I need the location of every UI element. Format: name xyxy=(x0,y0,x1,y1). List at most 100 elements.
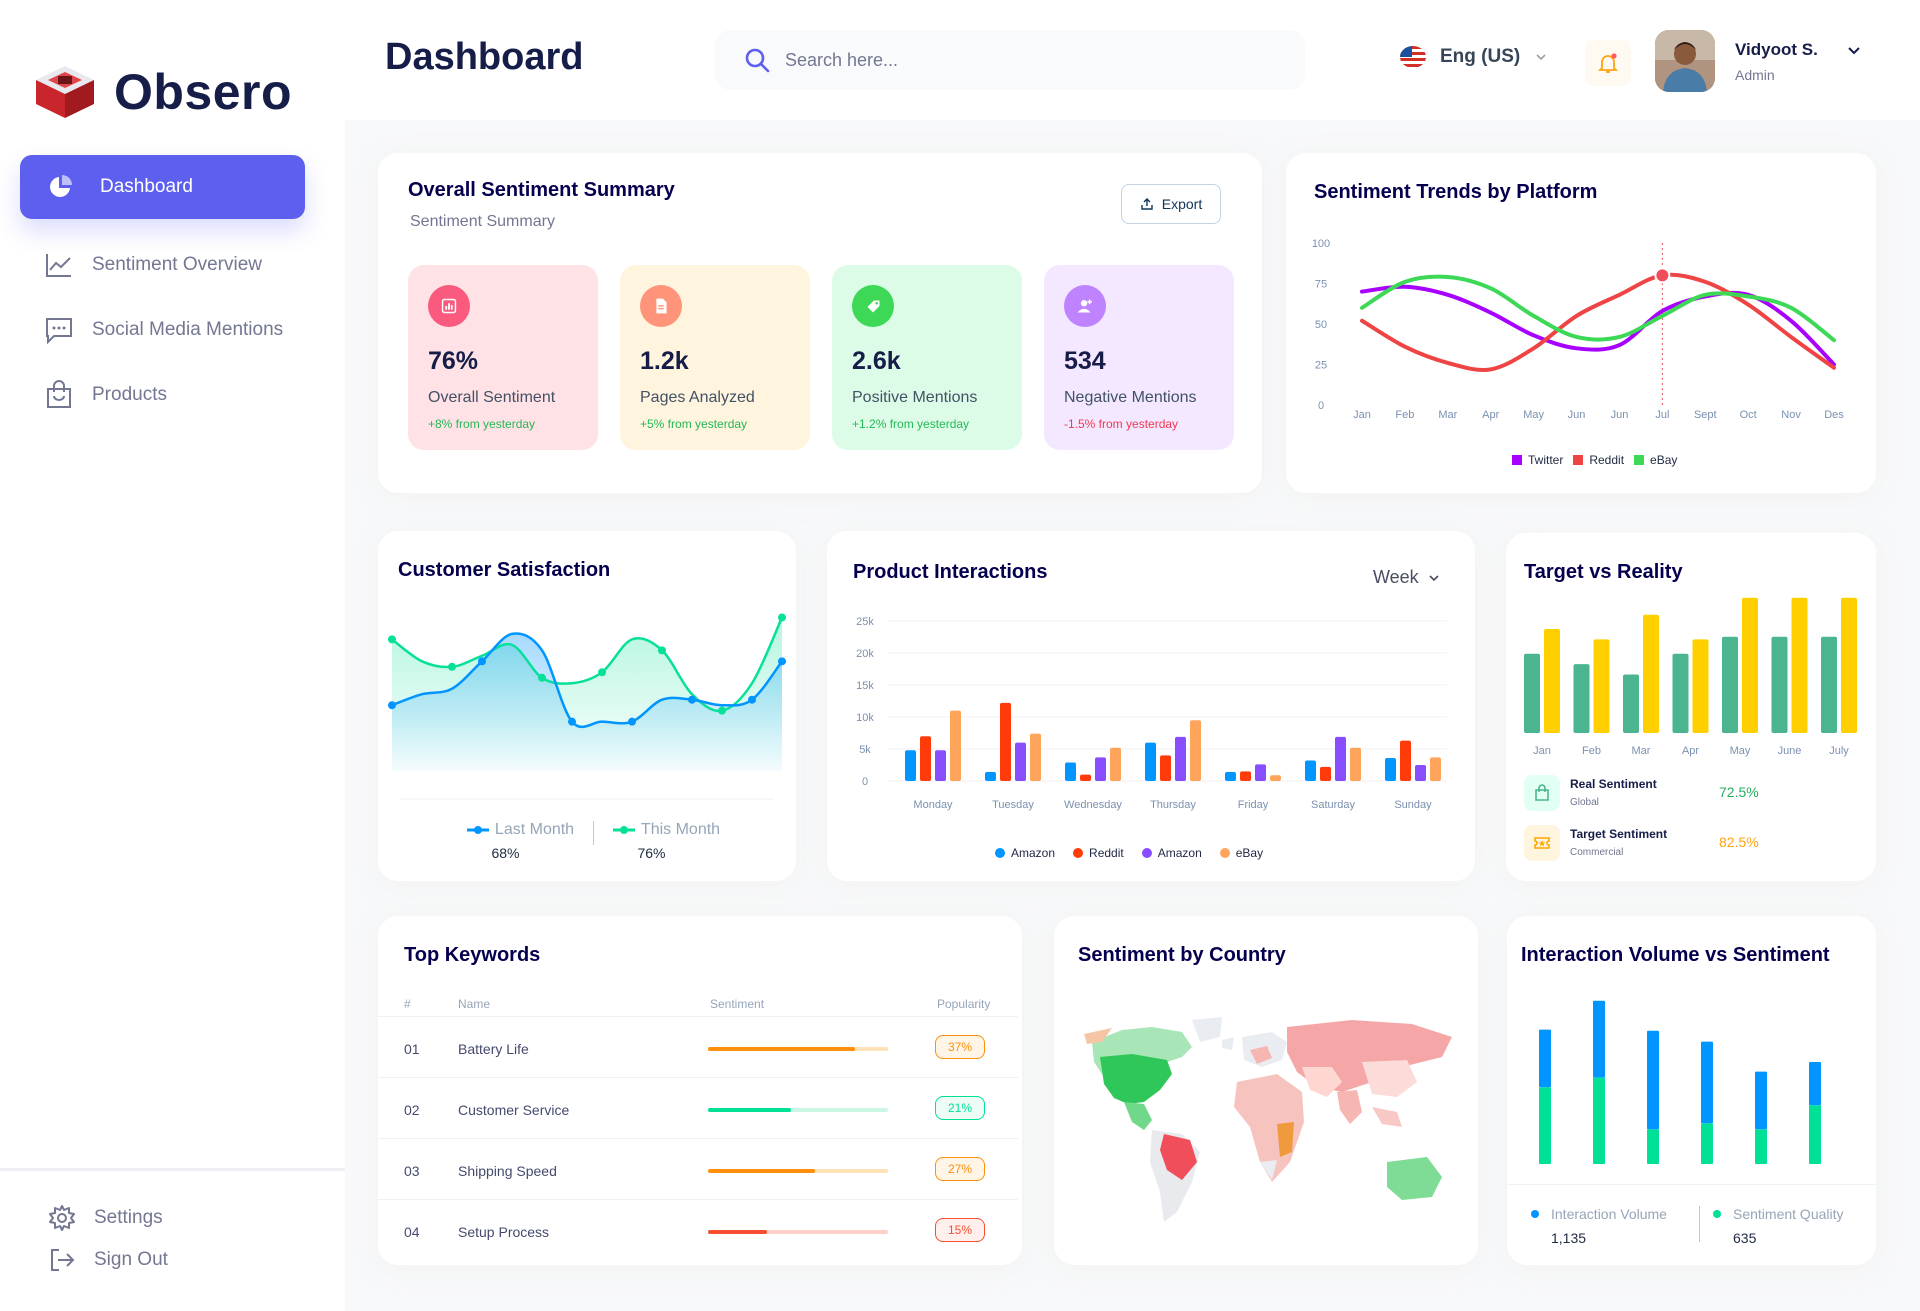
bar-tuesday-2[interactable] xyxy=(1015,742,1026,781)
kpi-icon xyxy=(852,285,894,327)
logo[interactable]: Obsero xyxy=(32,62,292,122)
this-month-point[interactable] xyxy=(448,662,456,671)
logo-icon xyxy=(36,66,94,118)
avatar[interactable] xyxy=(1655,30,1715,92)
language-selector[interactable]: Eng (US) xyxy=(1400,46,1548,68)
bar-sunday-1[interactable] xyxy=(1400,740,1411,781)
last-month-point[interactable] xyxy=(778,657,786,666)
quality-bar-6[interactable] xyxy=(1809,1105,1821,1164)
target-bar-apr[interactable] xyxy=(1692,639,1709,733)
export-button[interactable]: Export xyxy=(1121,184,1221,224)
bar-saturday-1[interactable] xyxy=(1320,766,1331,781)
bar-friday-1[interactable] xyxy=(1240,771,1251,781)
legend-reddit: Reddit xyxy=(1089,846,1124,860)
user-menu-chevron-icon[interactable] xyxy=(1845,42,1863,60)
chevron-down-icon xyxy=(1536,54,1546,61)
sentiment-trends-card: Sentiment Trends by Platform 0 25 50 75 100 J… xyxy=(1286,153,1876,493)
this-month-point[interactable] xyxy=(388,635,396,644)
this-month-point[interactable] xyxy=(718,706,726,715)
volume-bar-3[interactable] xyxy=(1647,1030,1659,1130)
real-bar-jan[interactable] xyxy=(1524,653,1540,733)
last-month-point[interactable] xyxy=(568,717,576,726)
bar-monday-2[interactable] xyxy=(935,750,946,781)
bar-friday-2[interactable] xyxy=(1255,764,1266,781)
bar-friday-0[interactable] xyxy=(1225,772,1236,781)
kpi-card-overall-sentiment[interactable]: 76% Overall Sentiment +8% from yesterday xyxy=(408,265,598,450)
bar-saturday-3[interactable] xyxy=(1350,747,1361,781)
this-month-point[interactable] xyxy=(778,613,786,622)
target-bar-jan[interactable] xyxy=(1544,629,1560,733)
quality-bar-5[interactable] xyxy=(1755,1129,1767,1164)
bar-wednesday-0[interactable] xyxy=(1065,762,1076,781)
bar-thursday-1[interactable] xyxy=(1160,755,1171,781)
this-month-point[interactable] xyxy=(658,646,666,655)
bar-monday-1[interactable] xyxy=(920,736,931,781)
bar-tuesday-3[interactable] xyxy=(1030,733,1041,781)
quality-bar-2[interactable] xyxy=(1593,1077,1605,1164)
notifications-button[interactable] xyxy=(1585,40,1631,86)
real-bar-june[interactable] xyxy=(1771,636,1788,733)
bar-monday-3[interactable] xyxy=(950,710,961,781)
bar-wednesday-2[interactable] xyxy=(1095,757,1106,781)
sidebar-item-products[interactable]: Products xyxy=(44,380,167,410)
last-month-point[interactable] xyxy=(388,701,396,710)
bar-thursday-3[interactable] xyxy=(1190,720,1201,781)
last-month-point[interactable] xyxy=(628,717,636,726)
table-row[interactable]: 03 Shipping Speed 27% xyxy=(378,1138,1018,1199)
real-bar-may[interactable] xyxy=(1722,636,1738,733)
quality-bar-1[interactable] xyxy=(1539,1087,1551,1164)
volume-bar-2[interactable] xyxy=(1593,1000,1605,1078)
sidebar-item-dashboard[interactable]: Dashboard xyxy=(20,155,305,219)
real-bar-mar[interactable] xyxy=(1623,674,1639,734)
volume-bar-4[interactable] xyxy=(1701,1041,1713,1124)
last-month-point[interactable] xyxy=(688,695,696,704)
search-bar[interactable] xyxy=(715,30,1305,90)
legend-ebay: eBay xyxy=(1235,846,1264,860)
real-bar-apr[interactable] xyxy=(1672,653,1689,733)
bar-thursday-0[interactable] xyxy=(1145,742,1156,781)
sign-out-button[interactable]: Sign Out xyxy=(48,1246,168,1274)
bar-wednesday-3[interactable] xyxy=(1110,747,1121,781)
bar-sunday-3[interactable] xyxy=(1430,757,1441,781)
bar-sunday-0[interactable] xyxy=(1385,757,1396,781)
volume-bar-5[interactable] xyxy=(1755,1071,1767,1130)
sidebar-item-sentiment-overview[interactable]: Sentiment Overview xyxy=(44,250,262,280)
volume-bar-1[interactable] xyxy=(1539,1029,1551,1088)
kpi-card-pages-analyzed[interactable]: 1.2k Pages Analyzed +5% from yesterday xyxy=(620,265,810,450)
sign-out-icon xyxy=(51,1249,75,1271)
table-row[interactable]: 01 Battery Life 37% xyxy=(378,1016,1018,1077)
target-bar-july[interactable] xyxy=(1841,597,1857,733)
sidebar-item-social-media-mentions[interactable]: Social Media Mentions xyxy=(44,315,283,345)
highlight-point[interactable] xyxy=(1654,267,1671,284)
bar-monday-0[interactable] xyxy=(905,750,916,781)
kpi-card-positive-mentions[interactable]: 2.6k Positive Mentions +1.2% from yesterda… xyxy=(832,265,1022,450)
bar-tuesday-1[interactable] xyxy=(1000,702,1011,781)
table-row[interactable]: 04 Setup Process 15% xyxy=(378,1199,1018,1260)
bar-thursday-2[interactable] xyxy=(1175,736,1186,781)
bar-tuesday-0[interactable] xyxy=(985,772,996,781)
volume-bar-6[interactable] xyxy=(1809,1062,1821,1106)
bar-saturday-2[interactable] xyxy=(1335,736,1346,781)
bar-sunday-2[interactable] xyxy=(1415,765,1426,781)
bar-friday-3[interactable] xyxy=(1270,775,1281,781)
last-month-point[interactable] xyxy=(748,695,756,704)
quality-bar-3[interactable] xyxy=(1647,1129,1659,1164)
bar-wednesday-1[interactable] xyxy=(1080,774,1091,781)
this-month-point[interactable] xyxy=(538,673,546,682)
search-input[interactable] xyxy=(785,49,1265,71)
bar-saturday-0[interactable] xyxy=(1305,760,1316,781)
real-bar-july[interactable] xyxy=(1821,636,1837,733)
kpi-card-negative-mentions[interactable]: 534 Negative Mentions -1.5% from yesterday xyxy=(1044,265,1234,450)
this-month-point[interactable] xyxy=(598,668,606,677)
target-bar-mar[interactable] xyxy=(1643,614,1659,733)
real-sentiment-label: Real Sentiment xyxy=(1570,777,1657,791)
target-bar-june[interactable] xyxy=(1791,597,1808,733)
last-month-point[interactable] xyxy=(478,657,486,666)
settings-button[interactable]: Settings xyxy=(48,1204,163,1232)
x-tick-label: Apr xyxy=(1482,409,1499,421)
quality-bar-4[interactable] xyxy=(1701,1123,1713,1164)
target-bar-feb[interactable] xyxy=(1593,639,1610,733)
table-row[interactable]: 02 Customer Service 21% xyxy=(378,1077,1018,1138)
real-bar-feb[interactable] xyxy=(1573,664,1590,733)
target-bar-may[interactable] xyxy=(1742,597,1758,733)
